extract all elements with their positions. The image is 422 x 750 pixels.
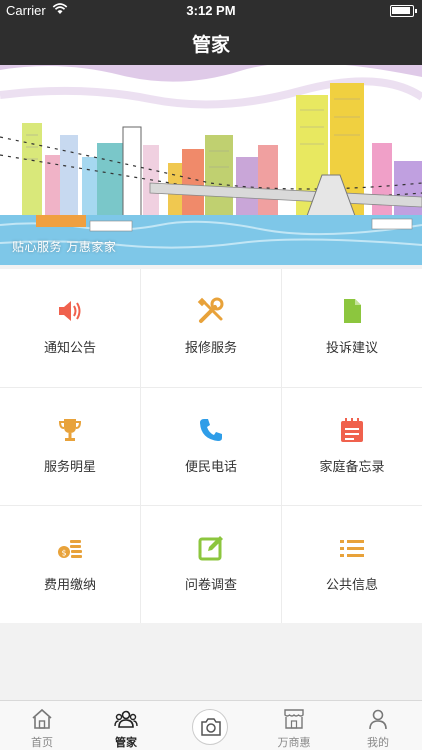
nav-bar: 管家 [0, 22, 422, 65]
banner-carousel[interactable]: 贴心服务 万惠家家 [0, 65, 422, 265]
battery-icon [390, 5, 417, 17]
city-skyline-illustration [0, 65, 422, 265]
tab-wanshanghui[interactable]: 万商惠 [252, 701, 336, 750]
document-icon [336, 295, 368, 327]
tools-icon [195, 295, 227, 327]
svg-text:$: $ [61, 549, 66, 558]
tab-label: 管家 [115, 736, 137, 749]
page-title: 管家 [191, 34, 230, 56]
service-item-payment[interactable]: $ 费用缴纳 [0, 506, 140, 624]
service-item-star[interactable]: 服务明星 [0, 388, 140, 506]
tab-butler[interactable]: 管家 [84, 701, 168, 750]
service-label: 投诉建议 [325, 341, 378, 356]
tab-label: 首页 [31, 736, 53, 749]
tab-bar: 首页 管家 万商惠 我的 [0, 700, 422, 750]
service-label: 问卷调查 [184, 578, 237, 593]
speaker-icon [54, 295, 86, 327]
clock: 3:12 PM [186, 3, 236, 18]
service-label: 费用缴纳 [43, 578, 96, 593]
service-item-notice[interactable]: 通知公告 [0, 269, 140, 387]
shop-icon [282, 707, 306, 731]
banner-caption: 贴心服务 万惠家家 [12, 240, 117, 254]
home-icon [30, 707, 54, 731]
phone-icon [195, 414, 227, 446]
service-item-repair[interactable]: 报修服务 [141, 269, 281, 387]
status-bar: Carrier 3:12 PM [0, 0, 422, 22]
service-label: 公共信息 [325, 578, 378, 593]
service-item-phone[interactable]: 便民电话 [141, 388, 281, 506]
calendar-icon [336, 414, 368, 446]
service-label: 服务明星 [43, 460, 96, 475]
service-item-survey[interactable]: 问卷调查 [141, 506, 281, 624]
list-icon [336, 532, 368, 564]
camera-icon [201, 718, 221, 736]
tab-mine[interactable]: 我的 [336, 701, 420, 750]
service-label: 家庭备忘录 [319, 460, 385, 475]
edit-icon [195, 532, 227, 564]
camera-button[interactable] [192, 709, 228, 745]
person-icon [366, 707, 390, 731]
service-item-complaint[interactable]: 投诉建议 [282, 269, 422, 387]
tab-label: 万商惠 [277, 736, 311, 749]
tab-label: 我的 [367, 736, 389, 749]
service-label: 通知公告 [43, 341, 96, 356]
service-grid: 通知公告 报修服务 投诉建议 服务明星 便民电话 家庭备忘录 $ 费用缴纳 问卷… [0, 269, 422, 623]
users-icon [114, 707, 138, 731]
service-item-public-info[interactable]: 公共信息 [282, 506, 422, 624]
service-label: 便民电话 [184, 460, 237, 475]
service-label: 报修服务 [184, 341, 237, 356]
coins-icon: $ [54, 532, 86, 564]
tab-home[interactable]: 首页 [0, 701, 84, 750]
trophy-icon [54, 414, 86, 446]
tab-camera[interactable] [168, 701, 252, 750]
service-item-memo[interactable]: 家庭备忘录 [282, 388, 422, 506]
